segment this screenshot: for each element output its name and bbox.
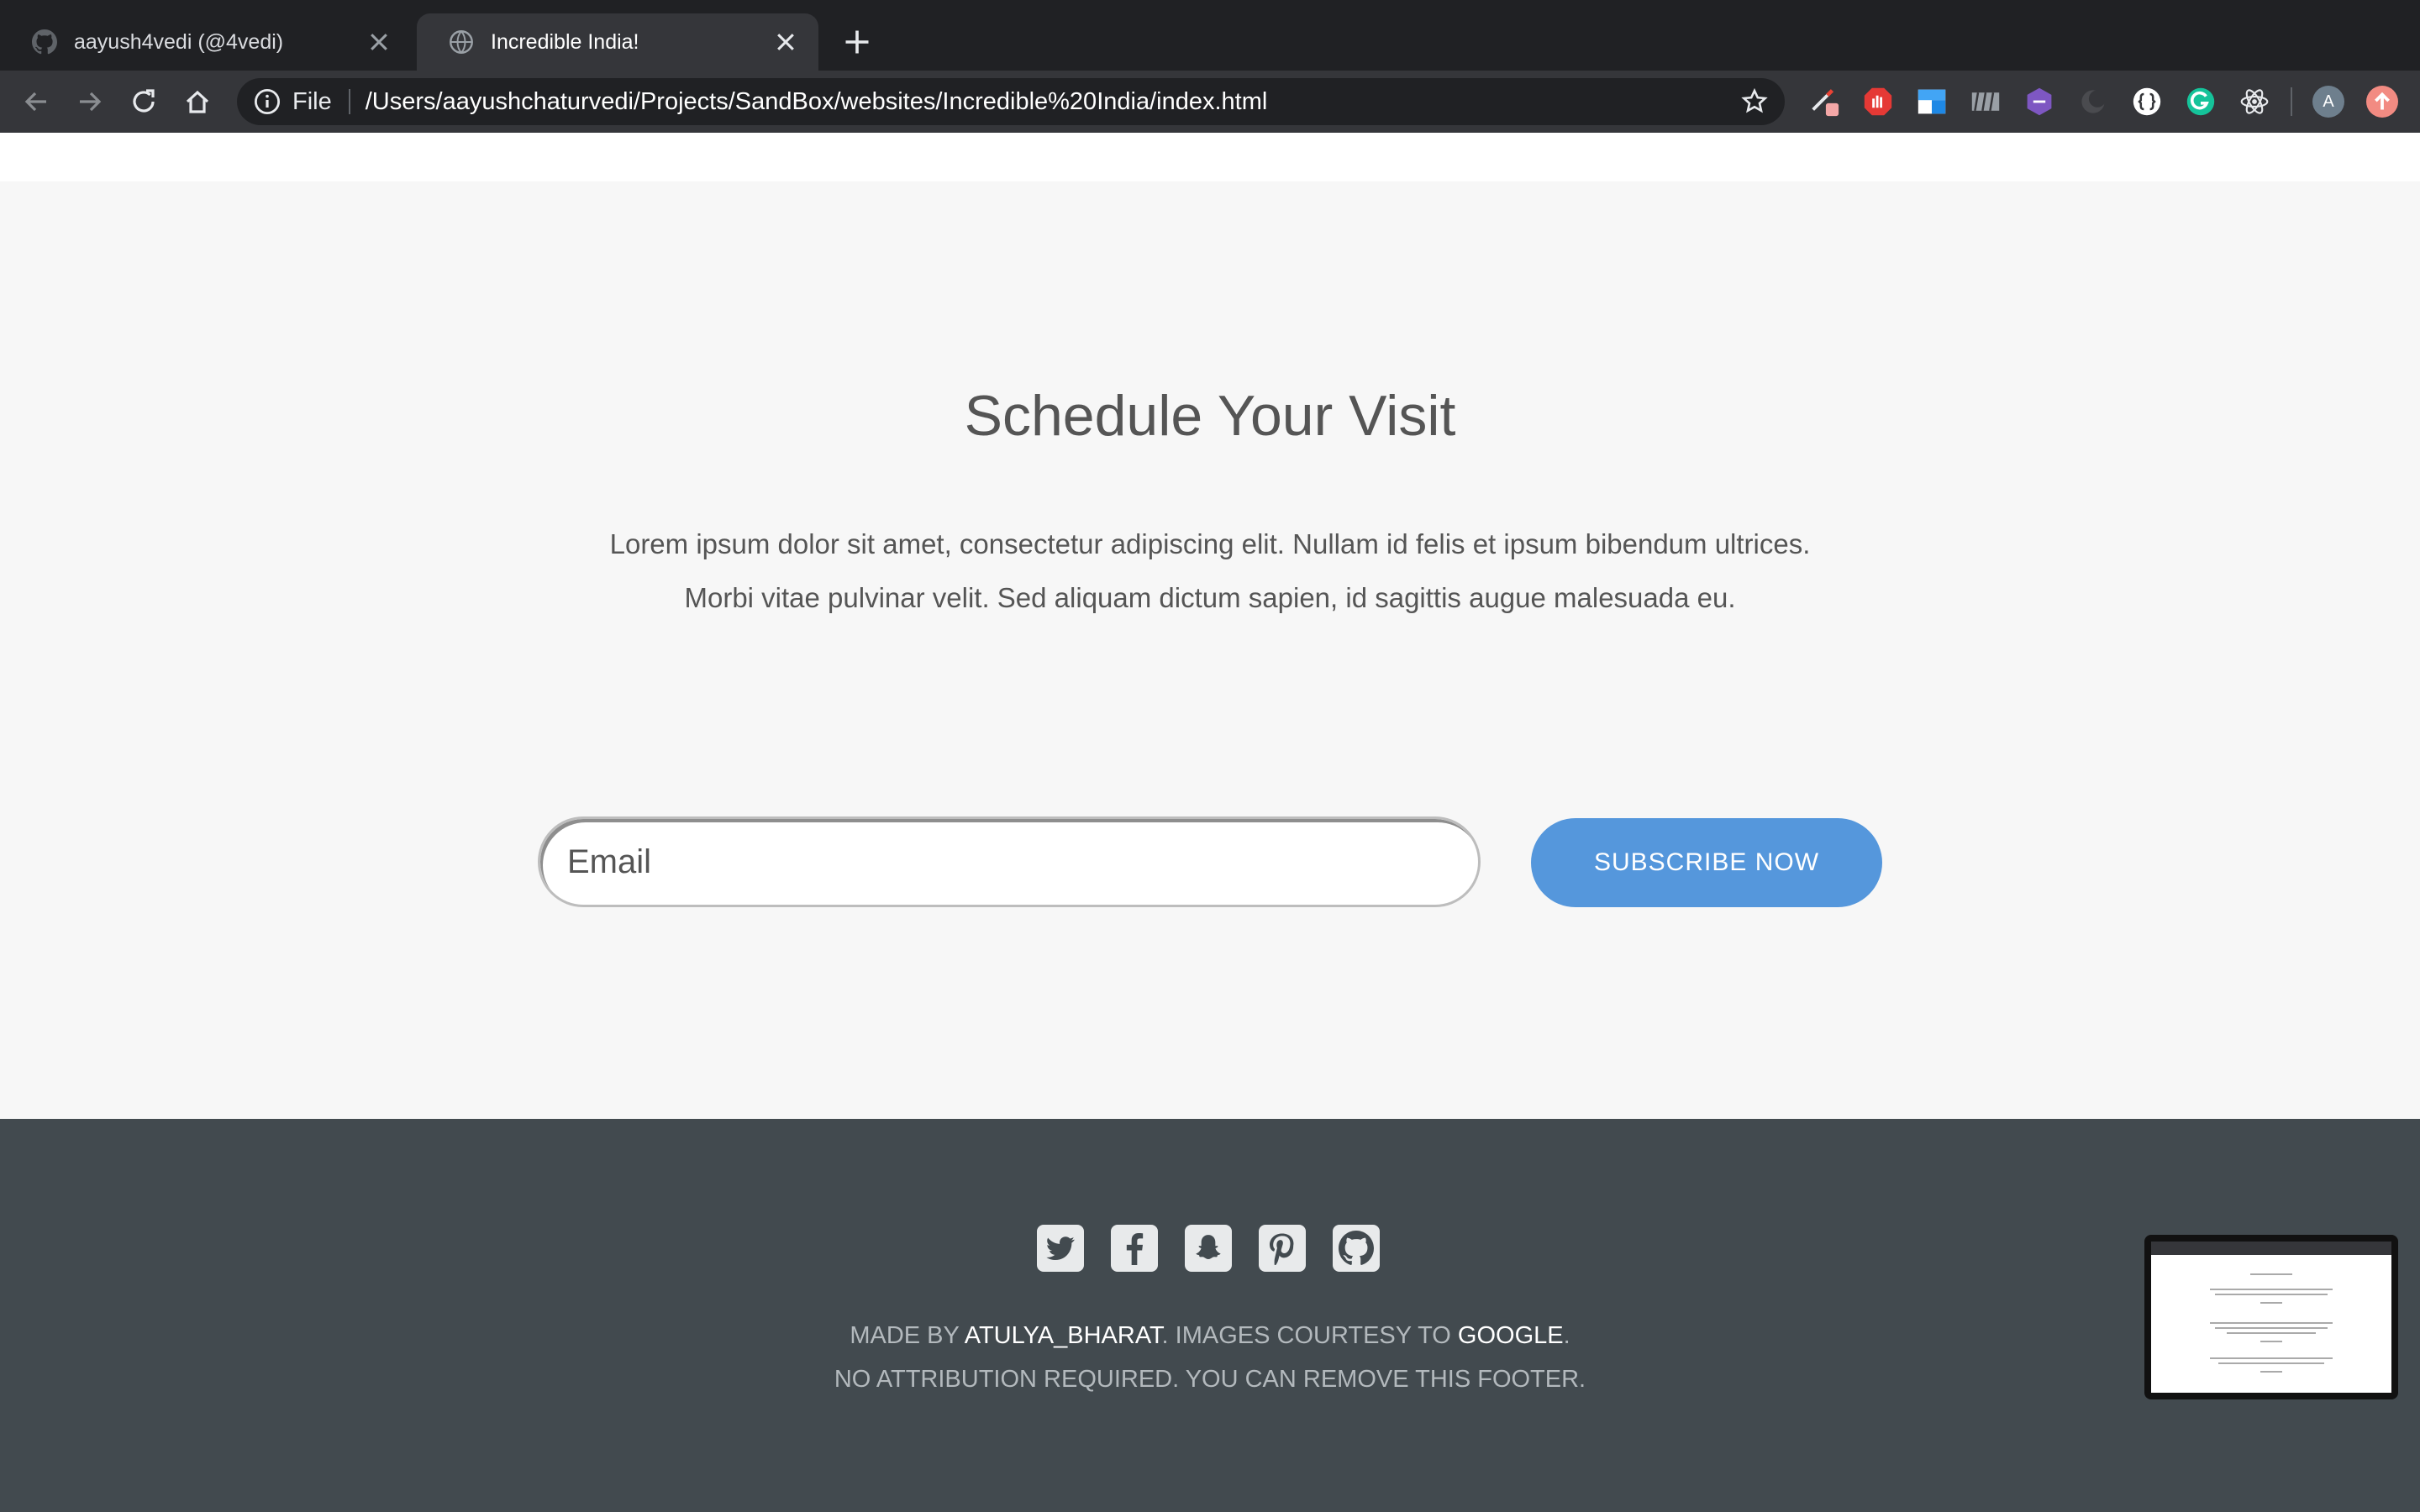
pinterest-link[interactable] [1259, 1225, 1306, 1272]
social-links [1037, 1225, 1380, 1272]
tab-title: aayush4vedi (@4vedi) [74, 29, 284, 54]
thumbnail-toolbar [2151, 1242, 2391, 1255]
reload-icon [133, 89, 155, 113]
twitter-icon [1046, 1236, 1075, 1260]
email-input[interactable] [538, 816, 1481, 907]
moon-icon [2081, 90, 2107, 113]
site-footer: MADE BY ATULYA_BHARAT. IMAGES COURTESY T… [0, 1119, 2420, 1512]
schedule-section: Schedule Your Visit Lorem ipsum dolor si… [0, 181, 2420, 1119]
react-icon [2240, 89, 2269, 114]
braces-icon [2133, 87, 2161, 116]
info-icon[interactable] [254, 88, 281, 115]
google-link[interactable]: GOOGLE [1458, 1322, 1564, 1349]
thumbnail-line [2260, 1302, 2282, 1304]
plus-icon [845, 30, 869, 54]
tab-title: Incredible India! [491, 29, 639, 54]
section-title: Schedule Your Visit [964, 384, 1456, 448]
description-line: Morbi vitae pulvinar velit. Sed aliquam … [684, 582, 1736, 613]
snapchat-link[interactable] [1185, 1225, 1232, 1272]
thumbnail-line [2260, 1371, 2282, 1373]
pinterest-icon [1270, 1233, 1294, 1265]
footer-credits: MADE BY ATULYA_BHARAT. IMAGES COURTESY T… [0, 1314, 2420, 1401]
credits-period: . [1563, 1322, 1570, 1349]
adblock-hand-icon [1864, 87, 1892, 116]
github-link[interactable] [1333, 1225, 1380, 1272]
globe-icon [450, 30, 473, 54]
url-separator [348, 89, 350, 114]
thumbnail-line [2210, 1322, 2333, 1324]
extension-ruler[interactable] [1970, 86, 2002, 118]
close-icon [777, 34, 794, 50]
credits-line-2: NO ATTRIBUTION REQUIRED. YOU CAN REMOVE … [834, 1366, 1586, 1393]
tab-incredible-india[interactable]: Incredible India! [417, 13, 818, 71]
extension-json-viewer[interactable] [2131, 86, 2163, 118]
snapchat-icon [1196, 1235, 1221, 1259]
facebook-icon [1126, 1233, 1144, 1265]
credits-prefix: MADE BY [850, 1322, 965, 1349]
thumbnail-line [2210, 1357, 2333, 1359]
arrow-right-icon [80, 92, 102, 112]
thumbnail-line [2227, 1332, 2316, 1334]
credits-line-1: MADE BY ATULYA_BHARAT. IMAGES COURTESY T… [0, 1314, 2420, 1357]
extension-window-resizer[interactable] [1916, 86, 1948, 118]
thumbnail-line [2250, 1273, 2292, 1275]
github-icon [1339, 1231, 1374, 1265]
profile-avatar[interactable]: A [2312, 86, 2344, 118]
url-scheme-label: File [292, 87, 332, 115]
thumbnail-line [2260, 1341, 2282, 1342]
ruler-icon [1971, 92, 2000, 112]
address-bar[interactable]: File /Users/aayushchaturvedi/Projects/Sa… [237, 78, 1785, 125]
extension-grammarly[interactable] [2185, 86, 2217, 118]
home-button[interactable] [182, 86, 213, 118]
extension-dark-mode[interactable] [2077, 86, 2109, 118]
section-description: Lorem ipsum dolor sit amet, consectetur … [0, 517, 2420, 625]
twitter-link[interactable] [1037, 1225, 1084, 1272]
credits-courtesy-text: . IMAGES COURTESY TO [1161, 1322, 1458, 1349]
url-text[interactable]: /Users/aayushchaturvedi/Projects/SandBox… [366, 88, 1268, 116]
thumbnail-line [2218, 1362, 2324, 1364]
grammarly-icon [2186, 87, 2215, 116]
update-button[interactable] [2366, 86, 2398, 118]
browser-toolbar: File /Users/aayushchaturvedi/Projects/Sa… [0, 71, 2420, 133]
extension-adblock[interactable] [1862, 86, 1894, 118]
eyedropper-icon [1812, 89, 1839, 117]
github-icon [32, 29, 57, 55]
facebook-link[interactable] [1111, 1225, 1158, 1272]
back-button[interactable] [20, 86, 52, 118]
avatar-initial: A [2323, 92, 2334, 111]
author-link[interactable]: ATULYA_BHARAT [965, 1322, 1162, 1349]
extension-color-picker[interactable] [1808, 86, 1840, 118]
tab-strip: aayush4vedi (@4vedi) Incredible India! [0, 0, 2420, 71]
close-icon [371, 34, 387, 50]
screenshot-thumbnail[interactable] [2144, 1235, 2398, 1399]
thumbnail-line [2215, 1294, 2328, 1295]
arrow-left-icon [24, 92, 46, 112]
subscribe-button[interactable]: SUBSCRIBE NOW [1531, 818, 1882, 907]
bookmark-star-icon[interactable] [1741, 88, 1768, 115]
thumbnail-preview [2151, 1242, 2391, 1393]
update-arrow-icon [2366, 86, 2398, 118]
thumbnail-line [2210, 1289, 2333, 1290]
cube-icon [2027, 87, 2052, 116]
extension-devtool[interactable] [2023, 86, 2055, 118]
extension-react-devtools[interactable] [2238, 86, 2270, 118]
tab-close-button[interactable] [773, 29, 798, 55]
home-icon [186, 90, 209, 113]
thumbnail-line [2215, 1327, 2328, 1329]
reload-button[interactable] [128, 86, 160, 118]
new-tab-button[interactable] [840, 25, 874, 59]
page-top-strip [0, 133, 2420, 181]
toolbar-separator [2291, 87, 2292, 116]
description-line: Lorem ipsum dolor sit amet, consectetur … [609, 528, 1811, 559]
window-layout-icon [1918, 89, 1946, 114]
tab-close-button[interactable] [366, 29, 392, 55]
forward-button[interactable] [74, 86, 106, 118]
tab-github-profile[interactable]: aayush4vedi (@4vedi) [0, 13, 412, 71]
